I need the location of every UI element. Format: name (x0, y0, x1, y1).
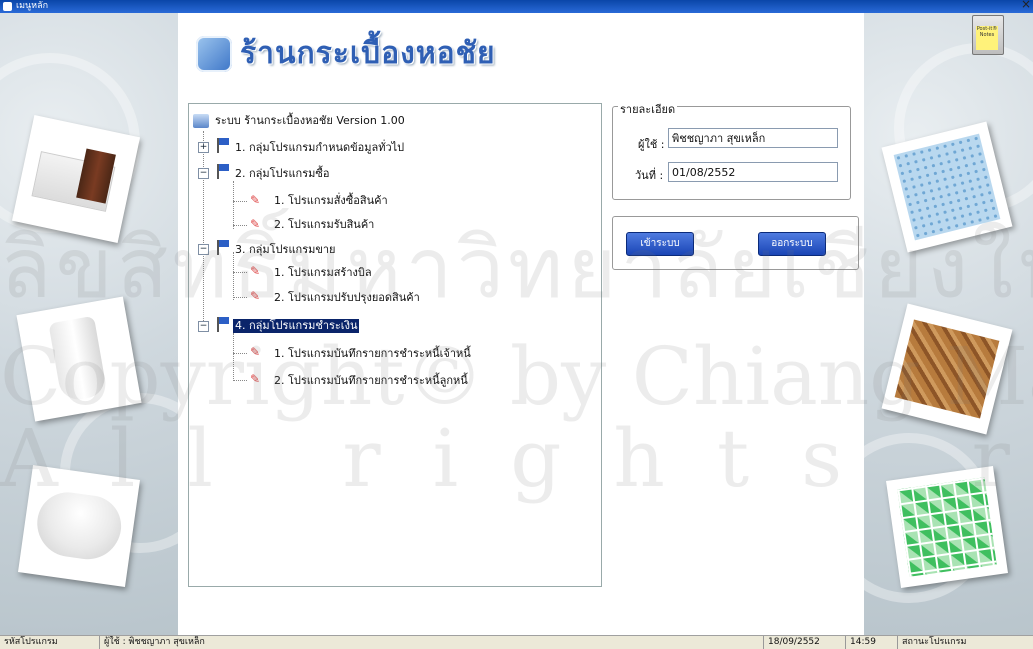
collapse-toggle[interactable]: − (198, 321, 209, 332)
status-time: 14:59 (846, 636, 898, 649)
flag-icon (215, 163, 231, 179)
tree-connector (233, 272, 247, 273)
tree-connector (233, 297, 247, 298)
date-field[interactable]: 01/08/2552 (668, 162, 838, 182)
detail-groupbox (612, 106, 851, 200)
collapse-toggle[interactable]: − (198, 244, 209, 255)
logo-text: ร้านกระเบื้องหอชัย (240, 36, 496, 71)
tree-item-purchase-order[interactable]: 1. โปรแกรมสั่งซื้อสินค้า (274, 194, 388, 208)
tree-item-adjust-stock[interactable]: 2. โปรแกรมปรับปรุงยอดสินค้า (274, 291, 420, 305)
status-program-code: รหัสโปรแกรม (0, 636, 100, 649)
shop-logo: ร้านกระเบื้องหอชัย (196, 28, 516, 78)
flag-icon (215, 316, 231, 332)
tree-connector (203, 131, 204, 327)
pencil-icon: ✎ (250, 372, 261, 386)
tree-connector (233, 225, 247, 226)
flag-icon (215, 137, 231, 153)
tree-item-debtor-payment[interactable]: 2. โปรแกรมบันทึกรายการชำระหนี้ลูกหนี้ (274, 374, 468, 388)
tree-item-receive-goods[interactable]: 2. โปรแกรมรับสินค้า (274, 218, 374, 232)
tree-group-general[interactable]: 1. กลุ่มโปรแกรมกำหนดข้อมูลทั่วไป (235, 141, 404, 155)
tree-group-payment[interactable]: 4. กลุ่มโปรแกรมชำระเงิน (233, 319, 360, 333)
status-bar: รหัสโปรแกรม ผู้ใช้ : พิชชญาภา สุขเหล็ก 1… (0, 635, 1033, 649)
app-icon (3, 2, 12, 11)
close-icon[interactable]: × (1021, 0, 1031, 11)
status-user: ผู้ใช้ : พิชชญาภา สุขเหล็ก (100, 636, 764, 649)
postit-label: Post-it® Notes (976, 26, 998, 50)
pencil-icon: ✎ (250, 345, 261, 359)
logo-icon (196, 36, 232, 72)
user-label: ผู้ใช้ : (638, 138, 665, 151)
login-button[interactable]: เข้าระบบ (626, 232, 694, 256)
tree-item-creditor-payment[interactable]: 1. โปรแกรมบันทึกรายการชำระหนี้เจ้าหนี้ (274, 347, 471, 361)
status-date: 18/09/2552 (764, 636, 846, 649)
product-image-green-tile (886, 466, 1008, 588)
title-bar: เมนูหลัก × (0, 0, 1033, 13)
tree-connector (233, 181, 234, 229)
date-label: วันที่ : (635, 169, 664, 182)
tree-connector (233, 252, 234, 300)
pencil-icon: ✎ (250, 193, 261, 207)
logout-button[interactable]: ออกระบบ (758, 232, 826, 256)
tree-group-purchase[interactable]: 2. กลุ่มโปรแกรมซื้อ (235, 167, 329, 181)
window-title: เมนูหลัก (16, 1, 49, 11)
tree-connector (233, 353, 247, 354)
tree-root[interactable]: ระบบ ร้านกระเบื้องหอชัย Version 1.00 (193, 114, 405, 128)
pencil-icon: ✎ (250, 289, 261, 303)
tree-group-sales[interactable]: 3. กลุ่มโปรแกรมขาย (235, 243, 336, 257)
tree-connector (233, 380, 247, 381)
expand-toggle[interactable]: + (198, 142, 209, 153)
tree-connector (233, 201, 247, 202)
product-image-basin-cabinet (11, 114, 141, 244)
tree-root-label: ระบบ ร้านกระเบื้องหอชัย Version 1.00 (215, 114, 405, 127)
postit-notes-icon[interactable]: Post-it® Notes (972, 15, 1004, 55)
pencil-icon: ✎ (250, 217, 261, 231)
pencil-icon: ✎ (250, 264, 261, 278)
tree-item-create-bill[interactable]: 1. โปรแกรมสร้างบิล (274, 266, 372, 280)
user-field[interactable]: พิชชญาภา สุขเหล็ก (668, 128, 838, 148)
collapse-toggle[interactable]: − (198, 168, 209, 179)
computer-icon (193, 114, 209, 128)
product-image-bowl-sink (18, 465, 140, 587)
detail-legend: รายละเอียด (618, 100, 678, 118)
flag-icon (215, 239, 231, 255)
tree-connector (233, 333, 234, 381)
product-image-toilet (16, 296, 142, 422)
status-program-state: สถานะโปรแกรม (902, 637, 967, 647)
